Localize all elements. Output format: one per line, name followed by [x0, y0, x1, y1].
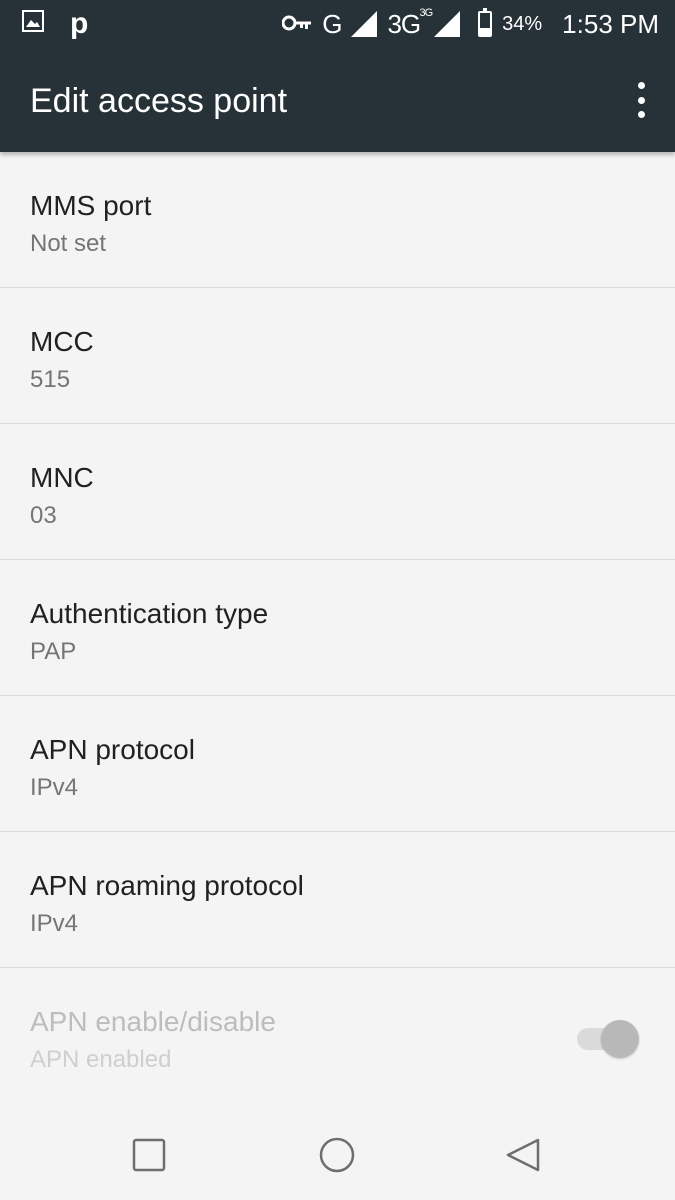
- status-bar: p G 3G 3G 34% 1:53 PM: [0, 0, 675, 48]
- clock: 1:53 PM: [562, 8, 659, 39]
- network-type-primary: G: [322, 8, 342, 39]
- setting-title: APN roaming protocol: [30, 870, 304, 901]
- key-icon: [281, 10, 312, 38]
- setting-mnc[interactable]: MNC 03: [0, 424, 675, 560]
- home-icon[interactable]: [317, 1136, 357, 1176]
- setting-value: 515: [30, 366, 71, 393]
- signal-strength-icon: [351, 11, 378, 37]
- navigation-bar: [0, 1110, 675, 1200]
- setting-title: APN enable/disable: [30, 1006, 276, 1037]
- setting-title: Authentication type: [30, 598, 269, 629]
- setting-apn-roaming-protocol[interactable]: APN roaming protocol IPv4: [0, 832, 675, 968]
- recent-apps-icon[interactable]: [130, 1136, 170, 1176]
- setting-value: IPv4: [30, 910, 79, 937]
- apn-enable-toggle[interactable]: [577, 1020, 639, 1058]
- setting-value: IPv4: [30, 774, 79, 801]
- app-bar: Edit access point: [0, 48, 675, 152]
- battery-icon: [478, 8, 493, 37]
- back-icon[interactable]: [504, 1136, 544, 1176]
- picture-notification-icon: [22, 10, 44, 37]
- toggle-thumb: [601, 1020, 639, 1058]
- setting-value: PAP: [30, 638, 77, 665]
- setting-mcc[interactable]: MCC 515: [0, 288, 675, 424]
- setting-value: 03: [30, 502, 57, 529]
- setting-authentication-type[interactable]: Authentication type PAP: [0, 560, 675, 696]
- setting-title: APN protocol: [30, 734, 195, 765]
- setting-title: MCC: [30, 326, 94, 357]
- setting-title: MMS port: [30, 190, 152, 221]
- battery-percent: 34%: [502, 12, 543, 35]
- setting-value: Not set: [30, 230, 107, 257]
- settings-list: MMS port Not set MCC 515 MNC 03 Authenti…: [0, 152, 675, 1104]
- p-app-notification-icon: p: [70, 6, 89, 40]
- network-type-secondary: 3G 3G: [387, 6, 433, 39]
- more-vert-icon[interactable]: [633, 82, 649, 118]
- setting-apn-protocol[interactable]: APN protocol IPv4: [0, 696, 675, 832]
- page-title: Edit access point: [30, 82, 288, 120]
- setting-title: MNC: [30, 462, 94, 493]
- setting-mms-port[interactable]: MMS port Not set: [0, 152, 675, 288]
- signal-strength-icon-2: [434, 11, 461, 37]
- setting-value: APN enabled: [30, 1046, 172, 1073]
- setting-apn-enable-disable[interactable]: APN enable/disable APN enabled: [0, 968, 675, 1104]
